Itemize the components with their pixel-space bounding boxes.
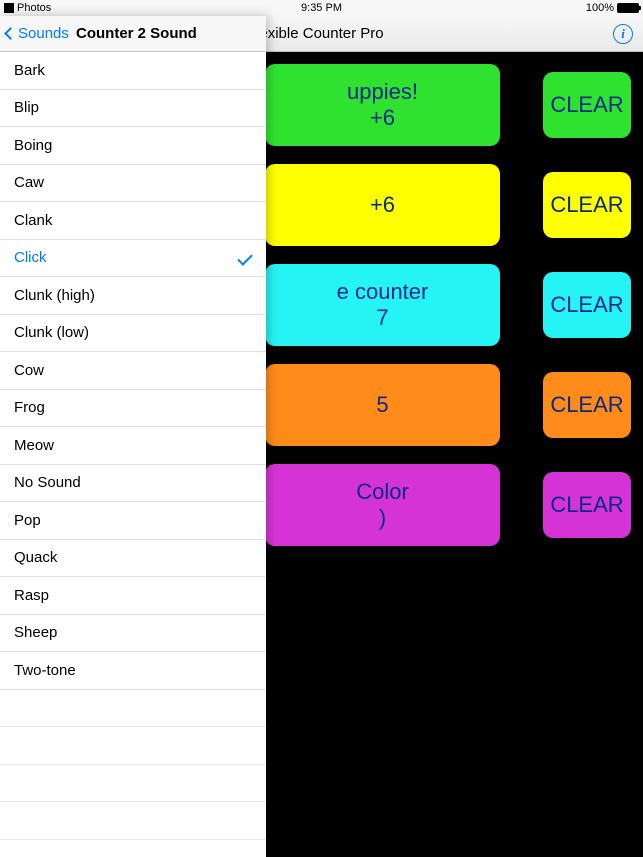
sound-option-label: Frog xyxy=(14,399,45,416)
counter-value: ) xyxy=(379,505,386,531)
sound-option[interactable]: Pop xyxy=(0,502,266,540)
counter-button[interactable]: uppies!+6 xyxy=(265,64,500,146)
sound-option[interactable]: Clank xyxy=(0,202,266,240)
sound-option[interactable]: Meow xyxy=(0,427,266,465)
status-bar: Photos 9:35 PM 100% xyxy=(0,0,643,16)
list-item xyxy=(0,765,266,803)
sound-option-label: Caw xyxy=(14,174,44,191)
sound-option[interactable]: Sheep xyxy=(0,615,266,653)
sound-option-label: Meow xyxy=(14,437,54,454)
popover-nav: Sounds Counter 2 Sound xyxy=(0,16,266,52)
back-label: Sounds xyxy=(18,25,69,42)
sound-option-label: Rasp xyxy=(14,587,49,604)
battery-icon xyxy=(617,3,639,13)
counter-value: 5 xyxy=(376,392,388,418)
counter-label: Color xyxy=(356,479,409,505)
sound-option[interactable]: No Sound xyxy=(0,465,266,503)
counter-value: +6 xyxy=(370,192,395,218)
sound-option[interactable]: Caw xyxy=(0,165,266,203)
sound-option-label: Clunk (low) xyxy=(14,324,89,341)
sound-option-label: Blip xyxy=(14,99,39,116)
sound-option-label: Boing xyxy=(14,137,52,154)
chevron-left-icon xyxy=(4,27,17,40)
counter-label: e counter xyxy=(337,279,429,305)
counter-button[interactable]: +6 xyxy=(265,164,500,246)
sound-option-label: Click xyxy=(14,249,47,266)
popover-title: Counter 2 Sound xyxy=(76,25,197,42)
sound-option[interactable]: Frog xyxy=(0,390,266,428)
back-button[interactable]: Sounds xyxy=(6,25,69,42)
status-time: 9:35 PM xyxy=(0,2,643,14)
sound-option[interactable]: Quack xyxy=(0,540,266,578)
sound-option-label: Clank xyxy=(14,212,52,229)
counter-button[interactable]: e counter7 xyxy=(265,264,500,346)
sound-option-label: Sheep xyxy=(14,624,57,641)
sound-option-label: Cow xyxy=(14,362,44,379)
sound-option-label: Bark xyxy=(14,62,45,79)
back-to-app-label[interactable]: Photos xyxy=(17,2,51,14)
list-item xyxy=(0,690,266,728)
sound-option[interactable]: Rasp xyxy=(0,577,266,615)
sound-option[interactable]: Bark xyxy=(0,52,266,90)
counter-label: uppies! xyxy=(347,79,418,105)
sound-option-label: Two-tone xyxy=(14,662,76,679)
clear-button[interactable]: CLEAR xyxy=(543,172,631,238)
list-item xyxy=(0,802,266,840)
counter-value: 7 xyxy=(376,305,388,331)
sound-option[interactable]: Clunk (high) xyxy=(0,277,266,315)
info-icon[interactable]: i xyxy=(613,24,633,44)
counter-button[interactable]: Color) xyxy=(265,464,500,546)
sound-option[interactable]: Click xyxy=(0,240,266,278)
sound-list[interactable]: Bark Blip Boing Caw Clank Click Clunk (high) Cl… xyxy=(0,52,266,857)
sound-option[interactable]: Clunk (low) xyxy=(0,315,266,353)
counter-value: +6 xyxy=(370,105,395,131)
list-item xyxy=(0,727,266,765)
clear-button[interactable]: CLEAR xyxy=(543,272,631,338)
counter-button[interactable]: 5 xyxy=(265,364,500,446)
sound-option-label: Clunk (high) xyxy=(14,287,95,304)
clear-button[interactable]: CLEAR xyxy=(543,372,631,438)
checkmark-icon xyxy=(237,250,253,266)
clear-button[interactable]: CLEAR xyxy=(543,472,631,538)
sound-option-label: Quack xyxy=(14,549,57,566)
sound-option[interactable]: Two-tone xyxy=(0,652,266,690)
sound-option[interactable]: Blip xyxy=(0,90,266,128)
battery-percent: 100% xyxy=(586,2,614,14)
sound-option-label: No Sound xyxy=(14,474,81,491)
sound-option[interactable]: Boing xyxy=(0,127,266,165)
sound-popover: Sounds Counter 2 Sound Bark Blip Boing Caw C… xyxy=(0,16,266,857)
app-title: exible Counter Pro xyxy=(259,25,383,42)
sound-option[interactable]: Cow xyxy=(0,352,266,390)
back-to-app-icon[interactable] xyxy=(4,3,14,13)
clear-button[interactable]: CLEAR xyxy=(543,72,631,138)
sound-option-label: Pop xyxy=(14,512,41,529)
